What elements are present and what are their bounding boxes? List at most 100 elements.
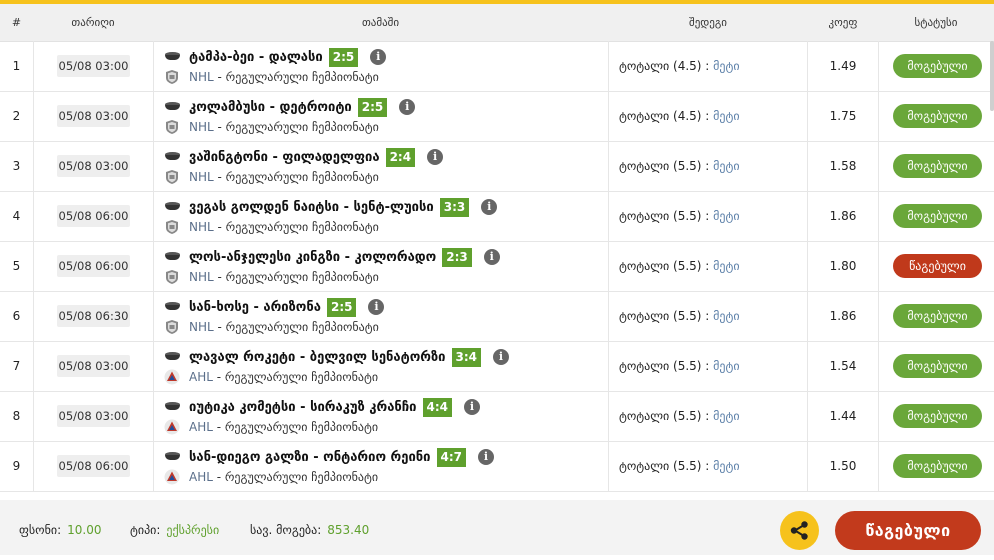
bet-summary-footer: ფსონი: 10.00 ტიპი: ექსპრესი სავ. მოგება: 85… (0, 500, 994, 555)
bet-cell: ტოტალი (5.5) : მეტი (608, 191, 808, 241)
hockey-puck-icon (165, 102, 180, 111)
match-teams[interactable]: სან-დიეგო გალზი - ონტარიო რეინი (189, 450, 431, 465)
info-icon[interactable]: i (427, 149, 444, 165)
status-cell: მოგებული (878, 41, 994, 91)
win-summary: სავ. მოგება: 853.40 (250, 500, 369, 555)
row-number: 9 (0, 441, 34, 491)
match-datetime: 05/08 03:00 (57, 405, 130, 427)
match-score: 2:5 (326, 297, 357, 317)
bet-market: ტოტალი (5.5) : (619, 209, 714, 223)
header-odds: კოეფ (828, 16, 858, 29)
info-icon[interactable]: i (370, 49, 387, 65)
date-cell: 05/08 03:00 (33, 391, 154, 441)
win-value: 853.40 (327, 523, 370, 537)
stake-value: 10.00 (67, 523, 102, 537)
type-label: ტიპი: (130, 523, 161, 537)
match-teams[interactable]: ვაშინგტონი - ფილადელფია (189, 150, 380, 165)
status-badge: მოგებული (893, 354, 982, 378)
nhl-logo (164, 319, 180, 335)
league-name: AHL (189, 370, 213, 384)
bet-pick: მეტი (713, 459, 740, 473)
table-row: 4 05/08 06:00 ვეგას გოლდენ ნაიტსი - სენტ… (0, 191, 994, 242)
match-cell: ტამპა-ბეი - დალასი 2:5 i NHL - რეგულარულ… (153, 41, 609, 91)
match-teams[interactable]: იუტიკა კომეტსი - სირაკუზ კრანჩი (189, 400, 417, 415)
match-datetime: 05/08 03:00 (57, 105, 130, 127)
league-name: NHL (189, 170, 214, 184)
bet-cell: ტოტალი (5.5) : მეტი (608, 241, 808, 291)
info-icon[interactable]: i (483, 249, 500, 265)
match-title-line: ლოს-ანჯელესი კინგზი - კოლორადო 2:3 i (189, 246, 500, 268)
info-icon[interactable]: i (464, 399, 480, 415)
date-cell: 05/08 06:00 (33, 441, 154, 491)
status-cell: მოგებული (878, 191, 994, 241)
match-datetime: 05/08 03:00 (57, 155, 130, 177)
info-icon[interactable]: i (478, 449, 495, 465)
odds-value: 1.44 (808, 391, 879, 441)
win-label: სავ. მოგება: (250, 523, 322, 537)
match-score: 4:7 (436, 447, 467, 467)
status-badge: მოგებული (893, 304, 982, 328)
bet-cell: ტოტალი (4.5) : მეტი (608, 41, 808, 91)
match-teams[interactable]: კოლამბუსი - დეტროიტი (189, 100, 352, 115)
match-teams[interactable]: ლავალ როკეტი - ბელვილ სენატორზი (189, 350, 446, 365)
bet-pick: მეტი (713, 309, 740, 323)
match-teams[interactable]: ვეგას გოლდენ ნაიტსი - სენტ-ლუისი (189, 200, 434, 215)
bet-pick: მეტი (713, 359, 740, 373)
league-info: AHL - რეგულარული ჩემპიონატი (189, 418, 378, 436)
bet-pick: მეტი (713, 109, 740, 123)
league-name: AHL (189, 420, 213, 434)
share-button[interactable] (780, 511, 819, 550)
league-info: NHL - რეგულარული ჩემპიონატი (189, 68, 379, 86)
date-cell: 05/08 06:00 (33, 241, 154, 291)
result-status-button[interactable]: წაგებული (835, 511, 981, 550)
bet-pick: მეტი (713, 209, 740, 223)
odds-value: 1.58 (808, 141, 879, 191)
scrollbar[interactable] (990, 41, 994, 111)
ahl-logo (164, 369, 180, 385)
row-number: 7 (0, 341, 34, 391)
nhl-logo (164, 169, 180, 185)
table-row: 5 05/08 06:00 ლოს-ანჯელესი კინგზი - კოლო… (0, 241, 994, 292)
share-icon (790, 521, 808, 540)
match-score: 2:4 (385, 147, 416, 167)
league-stage: - რეგულარული ჩემპიონატი (212, 420, 379, 434)
bet-market: ტოტალი (5.5) : (619, 159, 714, 173)
row-number: 5 (0, 241, 34, 291)
ahl-logo (164, 469, 180, 485)
match-datetime: 05/08 06:00 (57, 205, 130, 227)
nhl-logo (164, 69, 180, 85)
match-datetime: 05/08 06:00 (57, 455, 130, 477)
status-badge: მოგებული (893, 204, 982, 228)
stake-label: ფსონი: (19, 523, 62, 537)
league-stage: - რეგულარული ჩემპიონატი (213, 120, 379, 134)
match-teams[interactable]: ტამპა-ბეი - დალასი (189, 50, 323, 65)
league-stage: - რეგულარული ჩემპიონატი (213, 70, 379, 84)
match-cell: სან-დიეგო გალზი - ონტარიო რეინი 4:7 i AH… (153, 441, 609, 491)
match-teams[interactable]: სან-ხოსე - არიზონა (189, 300, 321, 315)
header-match: თამაში (361, 16, 400, 29)
row-number: 8 (0, 391, 34, 441)
league-info: NHL - რეგულარული ჩემპიონატი (189, 268, 379, 286)
match-title-line: ვაშინგტონი - ფილადელფია 2:4 i (189, 146, 444, 168)
date-cell: 05/08 03:00 (33, 141, 154, 191)
bet-market: ტოტალი (5.5) : (619, 309, 714, 323)
match-title-line: ვეგას გოლდენ ნაიტსი - სენტ-ლუისი 3:3 i (189, 196, 498, 218)
row-number: 2 (0, 91, 34, 141)
league-stage: - რეგულარული ჩემპიონატი (213, 320, 379, 334)
info-icon[interactable]: i (481, 199, 498, 215)
info-icon[interactable]: i (368, 299, 385, 315)
odds-value: 1.86 (808, 291, 879, 341)
match-teams[interactable]: ლოს-ანჯელესი კინგზი - კოლორადო (189, 250, 436, 265)
row-number: 4 (0, 191, 34, 241)
hockey-puck-icon (165, 302, 180, 311)
date-cell: 05/08 06:00 (33, 191, 154, 241)
match-cell: სან-ხოსე - არიზონა 2:5 i NHL - რეგულარულ… (153, 291, 609, 341)
league-stage: - რეგულარული ჩემპიონატი (213, 220, 379, 234)
info-icon[interactable]: i (399, 99, 416, 115)
match-score: 2:5 (357, 97, 388, 117)
match-cell: ლოს-ანჯელესი კინგზი - კოლორადო 2:3 i NHL… (153, 241, 609, 291)
status-badge: წაგებული (893, 254, 982, 278)
league-info: NHL - რეგულარული ჩემპიონატი (189, 218, 379, 236)
league-name: NHL (189, 70, 214, 84)
info-icon[interactable]: i (493, 349, 509, 365)
